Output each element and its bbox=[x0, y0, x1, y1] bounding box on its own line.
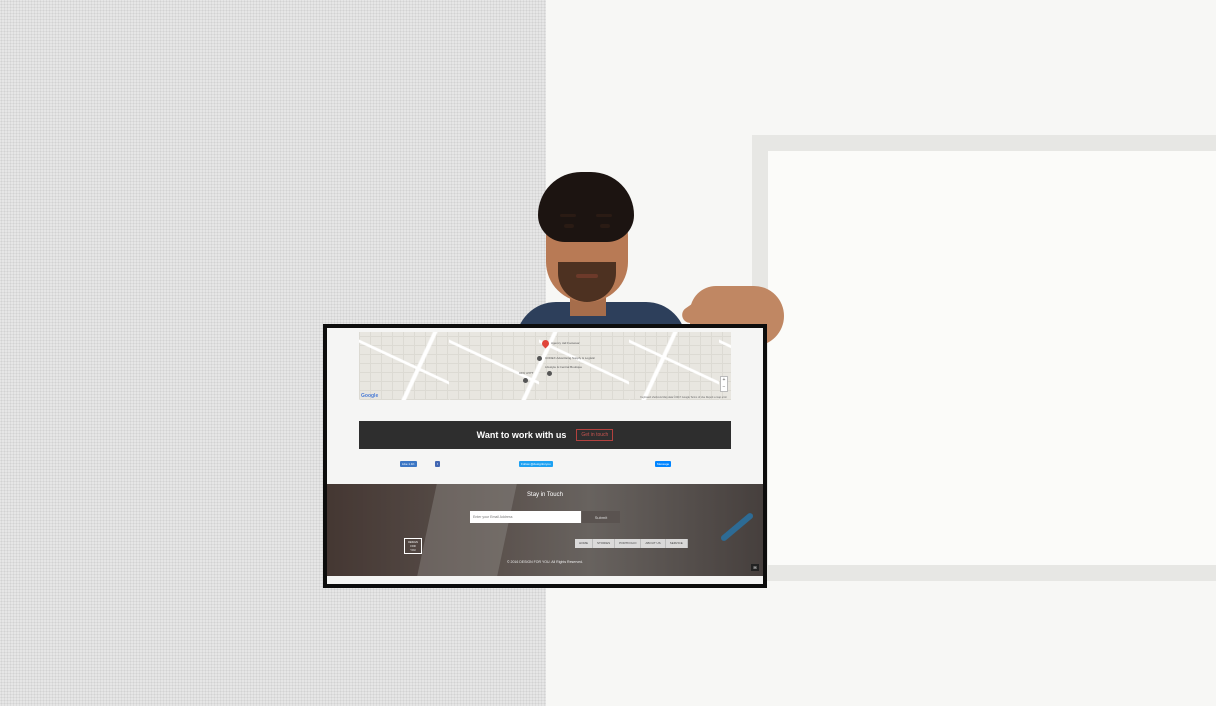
messenger-button[interactable]: Message bbox=[655, 461, 672, 467]
social-bar: Like 1.1K f Follow @designforyou Message bbox=[327, 461, 763, 469]
chat-icon[interactable]: ✉ bbox=[751, 564, 759, 571]
newsletter-title: Stay in Touch bbox=[527, 492, 563, 498]
right-frame bbox=[752, 135, 1216, 581]
right-brow bbox=[596, 214, 612, 217]
map-label: CODEX Advertising Supply & Logistic bbox=[545, 356, 596, 360]
footer: Stay in Touch Submit DESIGN FOR YOU HOME… bbox=[327, 484, 763, 576]
cta-heading: Want to work with us bbox=[476, 430, 567, 440]
mouth bbox=[576, 274, 598, 278]
map-poi-icon[interactable] bbox=[523, 378, 528, 383]
map-pin-icon[interactable] bbox=[540, 338, 551, 349]
footer-nav-home[interactable]: HOME bbox=[575, 539, 593, 548]
footer-nav-stories[interactable]: STORIES bbox=[593, 539, 616, 548]
footer-nav-about[interactable]: ABOUT US bbox=[641, 539, 666, 548]
google-logo: Google bbox=[361, 393, 379, 399]
person bbox=[516, 170, 686, 342]
zoom-out-button[interactable]: − bbox=[721, 384, 727, 391]
footer-nav-portfolio[interactable]: PORTFOLIO bbox=[615, 539, 642, 548]
left-brow bbox=[560, 214, 576, 217]
logo-line: YOU bbox=[410, 549, 416, 552]
hair bbox=[538, 172, 634, 242]
website-screen: Agency Jail Footwear CODEX Advertising S… bbox=[323, 324, 767, 588]
facebook-like-button[interactable]: Like 1.1K bbox=[400, 461, 417, 467]
map-poi-icon[interactable] bbox=[547, 371, 552, 376]
map-label: CFC of PT bbox=[519, 371, 534, 375]
twitter-follow-button[interactable]: Follow @designforyou bbox=[519, 461, 553, 467]
map-label: Agency Jail Footwear bbox=[551, 341, 580, 345]
footer-logo[interactable]: DESIGN FOR YOU bbox=[404, 538, 422, 554]
facebook-share-button[interactable]: f bbox=[435, 461, 440, 467]
work-with-us-banner: Want to work with us Get in touch bbox=[359, 421, 731, 449]
zoom-in-button[interactable]: + bbox=[721, 377, 727, 384]
map-label: Lifestyle & Central Boutique bbox=[545, 365, 583, 369]
copyright-text: © 2016 DESIGN FOR YOU. All Rights Reserv… bbox=[506, 560, 584, 564]
left-eye bbox=[564, 224, 574, 228]
footer-nav-service[interactable]: SERVICE bbox=[666, 539, 688, 548]
footer-nav: HOME STORIES PORTFOLIO ABOUT US SERVICE bbox=[575, 539, 688, 548]
right-eye bbox=[600, 224, 610, 228]
map-attribution[interactable]: Keyboard shortcuts Map data ©2017 Google… bbox=[640, 396, 727, 399]
newsletter-email-input[interactable] bbox=[470, 511, 581, 523]
newsletter-submit-button[interactable]: Submit bbox=[582, 511, 620, 523]
google-map[interactable]: Agency Jail Footwear CODEX Advertising S… bbox=[359, 332, 731, 400]
get-in-touch-button[interactable]: Get in touch bbox=[576, 429, 614, 441]
map-zoom-control[interactable]: + − bbox=[720, 376, 728, 392]
map-poi-icon[interactable] bbox=[537, 356, 542, 361]
